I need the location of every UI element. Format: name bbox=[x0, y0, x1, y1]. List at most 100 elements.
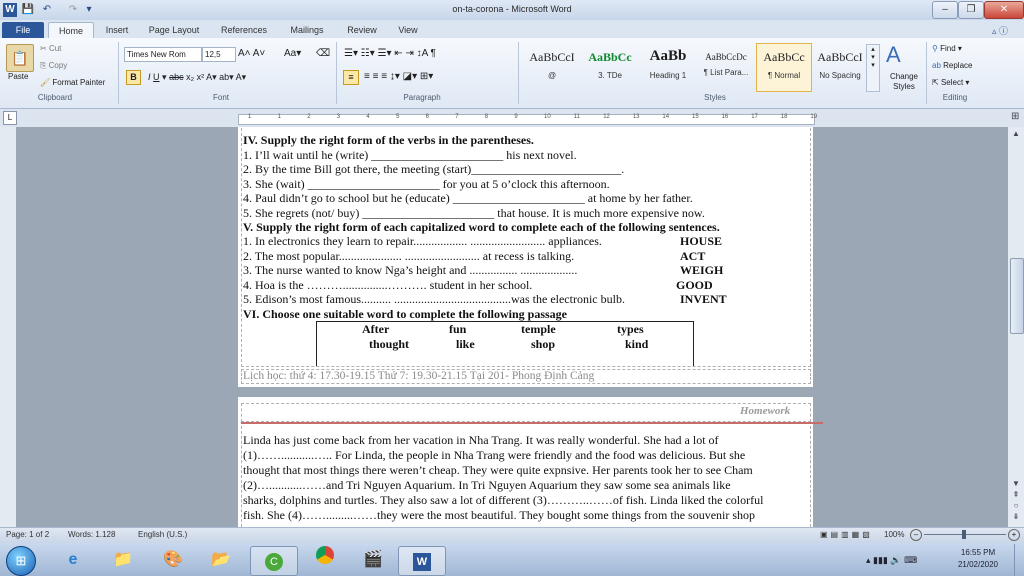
close-button[interactable]: ✕ bbox=[984, 1, 1024, 19]
zoom-out-button[interactable]: – bbox=[910, 529, 922, 541]
list-icons[interactable]: ☰▾ ☷▾ ☰▾ ⇤ ⇥ ↕A ¶ bbox=[344, 48, 436, 59]
passage-line[interactable]: (2)…...........……and Tri Nguyen Aquarium… bbox=[243, 478, 809, 492]
scroll-thumb[interactable] bbox=[1010, 258, 1024, 334]
tab-references[interactable]: References bbox=[212, 22, 276, 38]
restore-button[interactable]: ❐ bbox=[958, 1, 984, 19]
doc-line[interactable]: 3. She (wait) ______________________ for… bbox=[243, 177, 610, 191]
save-icon[interactable]: 💾 bbox=[21, 3, 35, 16]
media-icon[interactable]: 📂 bbox=[198, 546, 244, 574]
word-form-question[interactable]: 4. Hoa is the ………...............………. stu… bbox=[243, 278, 532, 292]
change-styles-button[interactable]: Change Styles bbox=[884, 72, 924, 92]
divider bbox=[926, 42, 927, 104]
doc-line[interactable]: 4. Paul didn’t go to school but he (educ… bbox=[243, 191, 693, 205]
view-mode-icons[interactable]: ▣▤▥▦▧ bbox=[820, 530, 873, 539]
tab-file[interactable]: File bbox=[2, 22, 44, 38]
doc-line[interactable]: 2. By the time Bill got there, the meeti… bbox=[243, 162, 624, 176]
title-bar: on-ta-corona - Microsoft Word bbox=[0, 0, 1024, 20]
redo-icon[interactable]: ↷ bbox=[66, 3, 80, 16]
tab-view[interactable]: View bbox=[390, 22, 426, 38]
ie-icon[interactable]: e bbox=[50, 546, 96, 574]
font-name-select[interactable]: Times New Rom bbox=[124, 47, 202, 62]
ruler-number: 14 bbox=[662, 114, 670, 120]
word-form-question[interactable]: 1. In electronics they learn to repair..… bbox=[243, 234, 602, 248]
horizontal-ruler[interactable] bbox=[238, 114, 815, 125]
style-item[interactable]: AaBbCcDc ¶ List Para... bbox=[698, 43, 754, 92]
language-status[interactable]: English (U.S.) bbox=[138, 530, 187, 539]
undo-icon[interactable]: ↶ bbox=[40, 3, 54, 16]
bold-button[interactable]: B bbox=[126, 70, 141, 85]
chrome-icon[interactable] bbox=[302, 546, 348, 574]
view-ruler-icon[interactable]: ⊞ bbox=[1011, 111, 1019, 122]
font-size-select[interactable]: 12,5 bbox=[202, 47, 236, 62]
word-form-question[interactable]: 2. The most popular.....................… bbox=[243, 249, 574, 263]
word-count[interactable]: Words: 1.128 bbox=[68, 530, 115, 539]
style-item[interactable]: AaBbCc 3. TDe bbox=[582, 43, 638, 92]
minimize-button[interactable]: – bbox=[932, 1, 958, 19]
doc-line[interactable]: 1. I’ll wait until he (write) __________… bbox=[243, 148, 577, 162]
capitalized-word: HOUSE bbox=[680, 234, 723, 248]
change-case-icon[interactable]: Aa▾ bbox=[284, 48, 301, 59]
passage-line[interactable]: thought that most things there weren’t c… bbox=[243, 463, 809, 477]
replace-button[interactable]: ab Replace bbox=[932, 61, 972, 70]
page-count[interactable]: Page: 1 of 2 bbox=[6, 530, 49, 539]
scroll-up-icon[interactable]: ▲ bbox=[1009, 129, 1023, 139]
style-item[interactable]: AaBb Heading 1 bbox=[640, 43, 696, 92]
doc-line[interactable]: IV. Supply the right form of the verbs i… bbox=[243, 133, 534, 147]
scroll-down-icons[interactable]: ▼ ⇞ ○ ⇟ bbox=[1009, 478, 1023, 523]
style-preview: AaBbCcI bbox=[529, 50, 575, 64]
format-painter-button[interactable]: 🖌 Format Painter bbox=[40, 78, 105, 87]
ruler-number: 15 bbox=[692, 114, 699, 120]
word-form-question[interactable]: 5. Edison’s most famous.......... ......… bbox=[243, 292, 625, 306]
zoom-level[interactable]: 100% bbox=[884, 530, 904, 539]
tab-home[interactable]: Home bbox=[48, 22, 94, 39]
word-form-question[interactable]: 3. The nurse wanted to know Nga’s height… bbox=[243, 263, 577, 277]
tab-review[interactable]: Review bbox=[340, 22, 384, 38]
show-desktop-button[interactable] bbox=[1014, 544, 1024, 576]
tab-selector[interactable]: L bbox=[3, 111, 17, 125]
alignment-icons[interactable]: ≡ ≡ ≡ ↨▾ ◪▾ ⊞▾ bbox=[364, 71, 433, 82]
tray-icons[interactable]: ▴ ▮▮▮ 🔊 ⌨ bbox=[866, 555, 917, 566]
tab-mailings[interactable]: Mailings bbox=[280, 22, 334, 38]
style-item[interactable]: AaBbCc ¶ Normal bbox=[756, 43, 812, 92]
folder-icon[interactable]: 📁 bbox=[100, 546, 146, 574]
vertical-ruler bbox=[0, 127, 16, 527]
paint-icon[interactable]: 🎨 bbox=[150, 546, 196, 574]
tab-page-layout[interactable]: Page Layout bbox=[142, 22, 206, 38]
doc-line[interactable]: V. Supply the right form of each capital… bbox=[243, 220, 720, 234]
zoom-in-button[interactable]: + bbox=[1008, 529, 1020, 541]
find-button[interactable]: ⚲ Find ▾ bbox=[932, 44, 962, 53]
tab-insert[interactable]: Insert bbox=[98, 22, 136, 38]
divider bbox=[518, 42, 519, 104]
paste-icon[interactable]: 📋 bbox=[6, 44, 34, 72]
styles-scroll[interactable]: ▴ ▾ ▾ bbox=[866, 44, 880, 92]
passage-line[interactable]: Linda has just come back from her vacati… bbox=[243, 433, 809, 447]
word-taskbar-icon[interactable]: W bbox=[398, 546, 446, 576]
ruler-number: 18 bbox=[780, 114, 788, 120]
style-item[interactable]: AaBbCcI No Spacing bbox=[812, 43, 868, 92]
word-option: types bbox=[617, 322, 644, 336]
paste-button[interactable]: Paste bbox=[8, 72, 28, 81]
passage-line[interactable]: sharks, dolphins and turtles. They also … bbox=[243, 493, 809, 507]
passage-line[interactable]: fish. She (4)…….........……they were the … bbox=[243, 508, 809, 522]
passage-line[interactable]: (1)……...........….. For Linda, the peopl… bbox=[243, 448, 809, 462]
customize-toolbar-icon[interactable]: ▾ bbox=[82, 3, 96, 16]
clear-format-icon[interactable]: ⌫ bbox=[316, 48, 330, 59]
coccoc-icon[interactable]: C bbox=[250, 546, 298, 576]
clipboard-group-label: Clipboard bbox=[37, 93, 73, 102]
font-format-icons[interactable]: I U ▾ abc x₂ x² A▾ ab▾ A▾ bbox=[148, 72, 246, 83]
ruler-number: 2 bbox=[307, 114, 311, 120]
clock[interactable]: 16:55 PM 21/02/2020 bbox=[948, 548, 1008, 569]
zoom-thumb[interactable] bbox=[962, 530, 966, 539]
ruler-number: 13 bbox=[632, 114, 640, 120]
start-button[interactable]: ⊞ bbox=[6, 546, 36, 576]
word-app-icon[interactable]: W bbox=[3, 3, 17, 17]
help-icon[interactable]: ▵ ⓘ bbox=[992, 24, 1008, 37]
video-icon[interactable]: 🎬 bbox=[350, 546, 396, 574]
cut-button[interactable]: ✂ Cut bbox=[40, 44, 61, 53]
select-button[interactable]: ⇱ Select ▾ bbox=[932, 78, 969, 87]
doc-line[interactable]: 5. She regrets (not/ buy) ______________… bbox=[243, 206, 705, 220]
style-item[interactable]: AaBbCcI @ bbox=[524, 43, 580, 92]
copy-button[interactable]: ⎘ Copy bbox=[40, 61, 67, 71]
align-left-button[interactable]: ≡ bbox=[343, 70, 359, 85]
grow-shrink-font-icons[interactable]: A˄ A˅ bbox=[238, 48, 265, 59]
